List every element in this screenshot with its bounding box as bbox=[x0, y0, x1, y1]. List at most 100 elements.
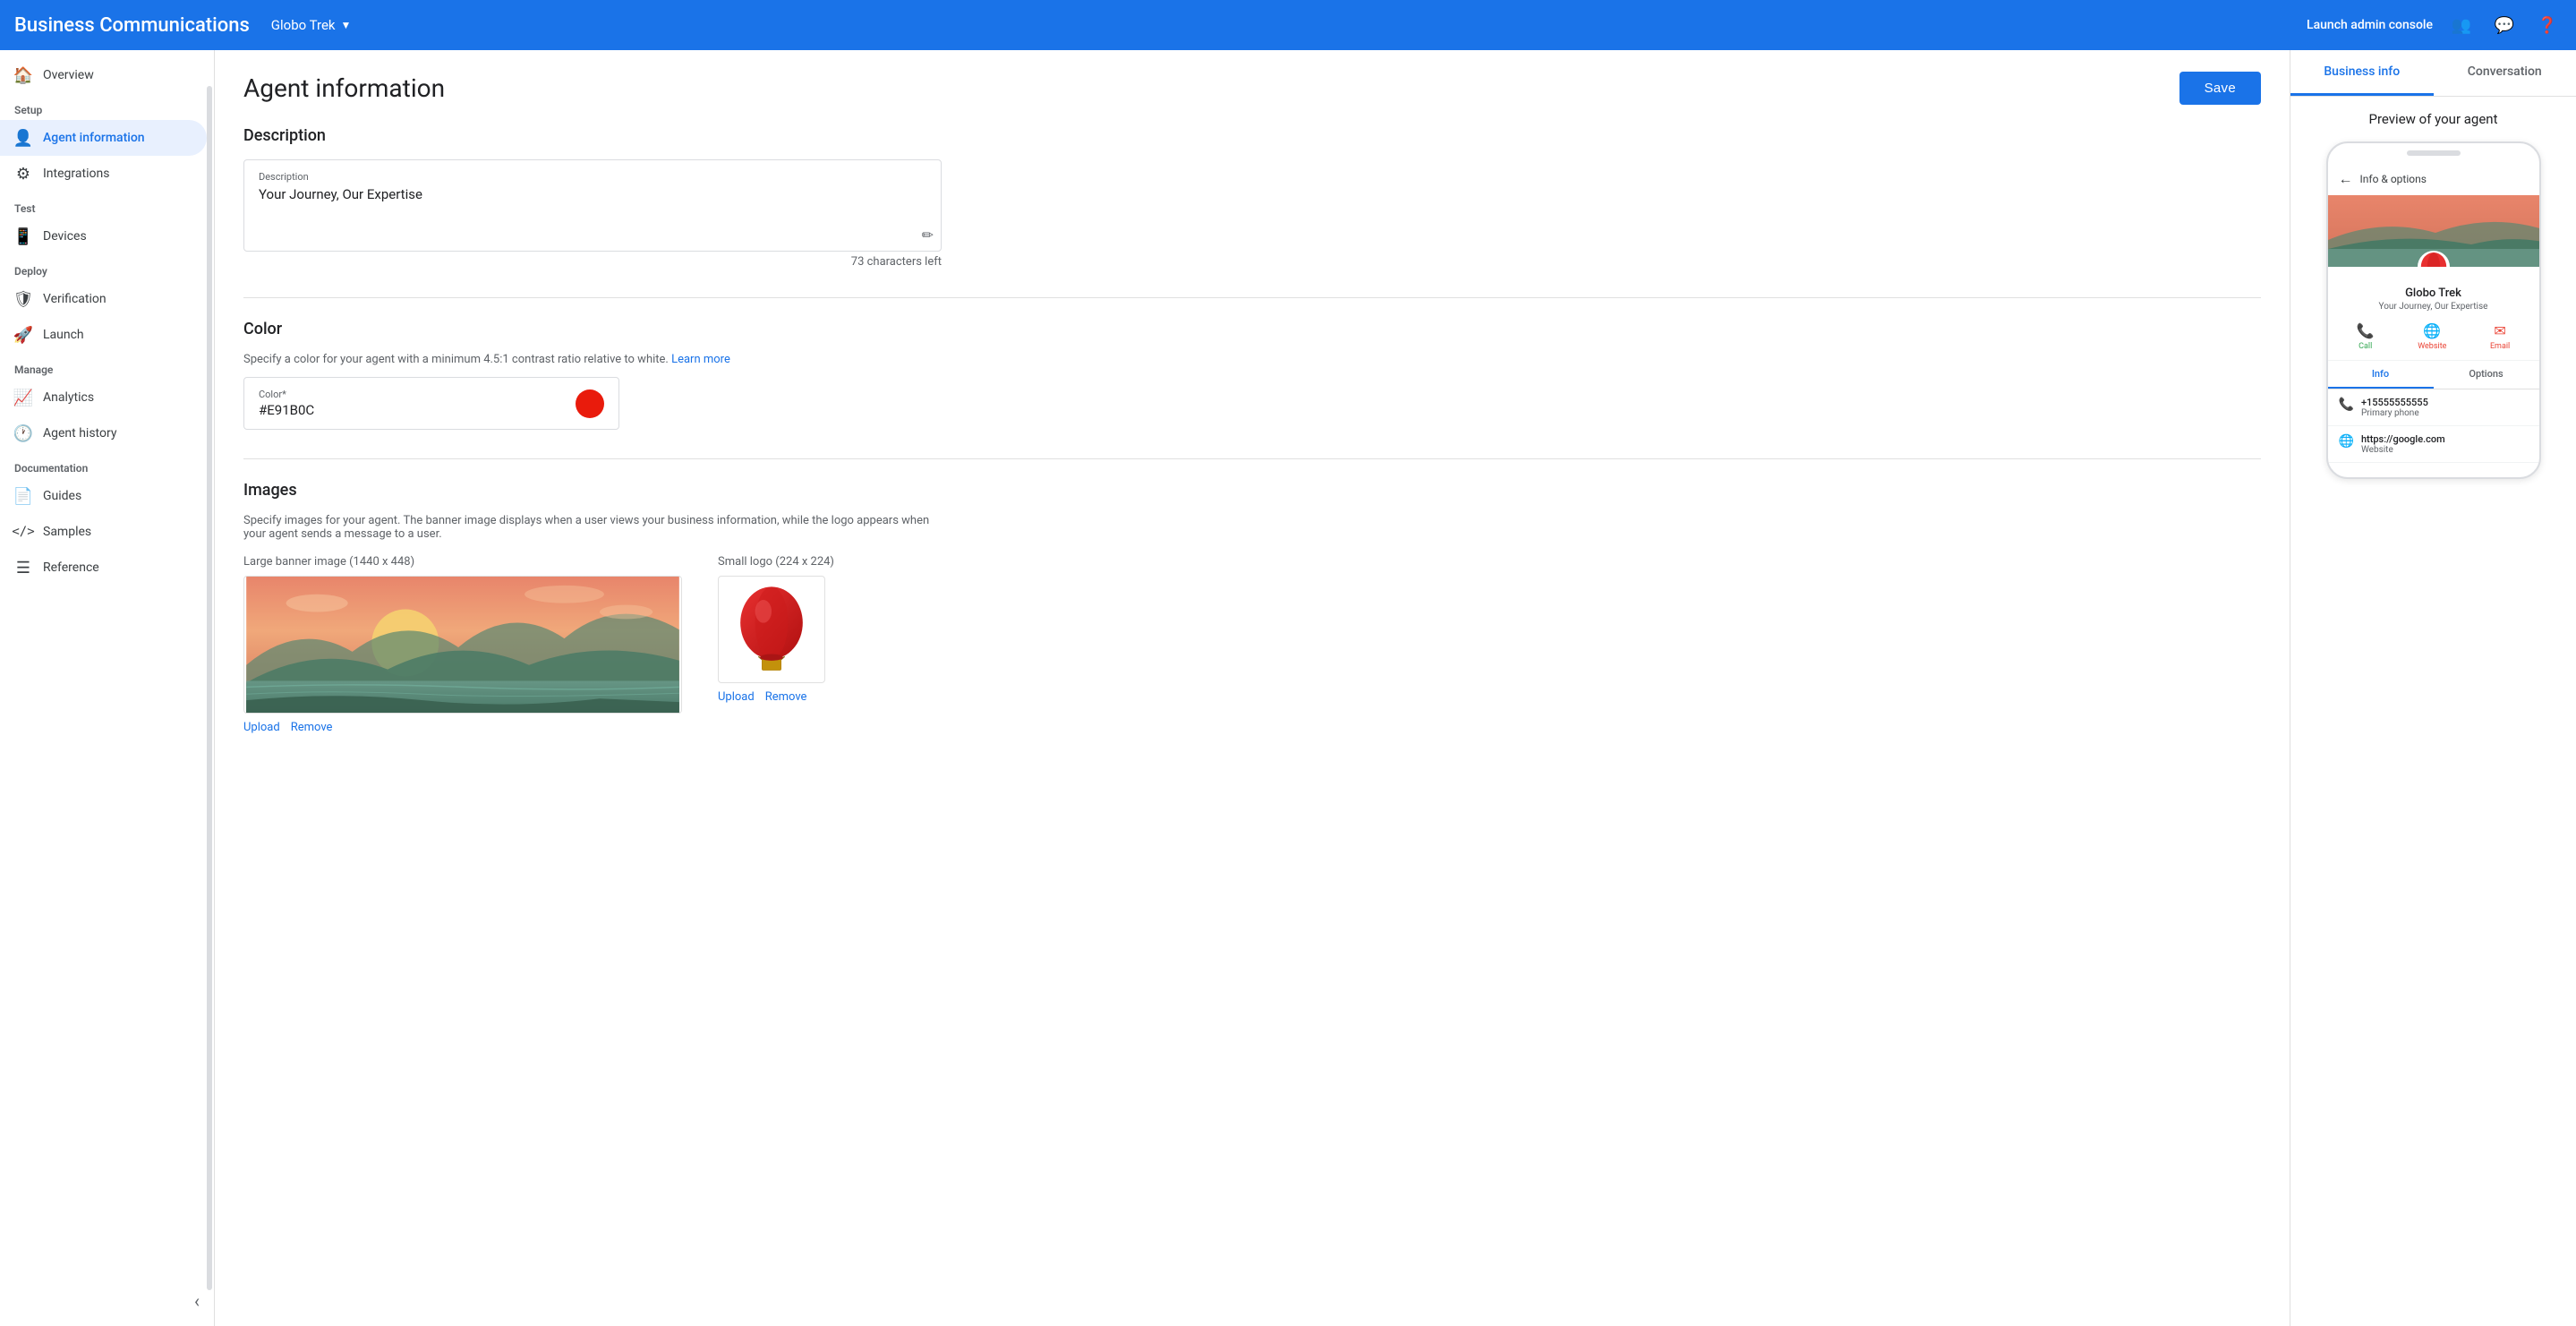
sidebar-item-overview[interactable]: 🏠 Overview bbox=[0, 57, 207, 93]
sidebar-item-samples[interactable]: </> Samples bbox=[0, 514, 207, 550]
images-section: Images Specify images for your agent. Th… bbox=[243, 481, 2261, 734]
description-section: Description Description Your Journey, Ou… bbox=[243, 126, 2261, 269]
banner-remove-link[interactable]: Remove bbox=[291, 721, 333, 734]
main-content: Agent information Save Description Descr… bbox=[215, 50, 2290, 1326]
logo-image-svg bbox=[722, 580, 821, 679]
sidebar: 🏠 Overview Setup 👤 Agent information ⚙ I… bbox=[0, 50, 215, 1326]
sidebar-section-test: Test bbox=[0, 192, 214, 218]
phone-info-phone-label: Primary phone bbox=[2361, 408, 2428, 418]
sidebar-section-setup: Setup bbox=[0, 93, 214, 120]
preview-label: Preview of your agent bbox=[2290, 97, 2576, 141]
images-grid: Large banner image (1440 x 448) bbox=[243, 555, 2261, 734]
edit-icon[interactable]: ✏ bbox=[922, 227, 934, 244]
color-field-value[interactable]: #E91B0C bbox=[259, 402, 561, 418]
description-field-label: Description bbox=[259, 171, 926, 183]
sidebar-item-label: Reference bbox=[43, 560, 99, 575]
email-icon: ✉ bbox=[2494, 322, 2505, 339]
tab-business-info[interactable]: Business info bbox=[2290, 50, 2434, 96]
phone-tab-options[interactable]: Options bbox=[2434, 361, 2539, 389]
chat-icon[interactable]: 💬 bbox=[2490, 11, 2519, 39]
phone-back-label: Info & options bbox=[2360, 173, 2427, 185]
back-icon[interactable]: ← bbox=[2339, 170, 2353, 188]
guides-icon: 📄 bbox=[14, 487, 32, 505]
help-icon[interactable]: ❓ bbox=[2533, 11, 2562, 39]
logo-image-block: Small logo (224 x 224) bbox=[718, 555, 834, 704]
sidebar-scrollbar[interactable] bbox=[207, 86, 212, 1290]
char-count: 73 characters left bbox=[243, 255, 942, 269]
sidebar-item-verification[interactable]: 🛡 Verification bbox=[0, 281, 207, 317]
phone-email-action[interactable]: ✉ Email bbox=[2490, 322, 2510, 351]
color-section: Color Specify a color for your agent wit… bbox=[243, 320, 2261, 430]
banner-image-container bbox=[243, 576, 682, 714]
app-title: Business Communications bbox=[14, 14, 250, 37]
sidebar-item-label: Devices bbox=[43, 229, 87, 244]
color-subtitle: Specify a color for your agent with a mi… bbox=[243, 353, 942, 366]
email-label: Email bbox=[2490, 342, 2510, 351]
history-icon: 🕐 bbox=[14, 424, 32, 442]
sidebar-item-label: Overview bbox=[43, 68, 94, 82]
tab-conversation[interactable]: Conversation bbox=[2434, 50, 2576, 96]
sidebar-item-guides[interactable]: 📄 Guides bbox=[0, 478, 207, 514]
save-button[interactable]: Save bbox=[2179, 72, 2261, 105]
device-icon: 📱 bbox=[14, 227, 32, 245]
phone-info-website-label: Website bbox=[2361, 445, 2445, 455]
top-navigation: Business Communications Globo Trek ▼ Lau… bbox=[0, 0, 2576, 50]
call-icon: 📞 bbox=[2357, 322, 2375, 339]
sidebar-section-manage: Manage bbox=[0, 353, 214, 380]
phone-website-action[interactable]: 🌐 Website bbox=[2418, 322, 2446, 351]
integrations-icon: ⚙ bbox=[14, 165, 32, 183]
phone-info-row-phone: 📞 +15555555555 Primary phone bbox=[2328, 389, 2539, 426]
phone-tab-info[interactable]: Info bbox=[2328, 361, 2434, 389]
sidebar-item-integrations[interactable]: ⚙ Integrations bbox=[0, 156, 207, 192]
brand-name: Globo Trek bbox=[271, 17, 336, 33]
images-subtitle: Specify images for your agent. The banne… bbox=[243, 514, 942, 541]
color-field[interactable]: Color* #E91B0C bbox=[243, 377, 619, 430]
brand-dropdown-icon: ▼ bbox=[341, 19, 352, 31]
sidebar-item-agent-information[interactable]: 👤 Agent information bbox=[0, 120, 207, 156]
banner-image-block: Large banner image (1440 x 448) bbox=[243, 555, 682, 734]
logo-upload-link[interactable]: Upload bbox=[718, 690, 755, 704]
sidebar-item-launch[interactable]: 🚀 Launch bbox=[0, 317, 207, 353]
reference-icon: ☰ bbox=[14, 559, 32, 577]
description-field-text[interactable]: Your Journey, Our Expertise bbox=[259, 186, 926, 240]
page-title: Agent information bbox=[243, 73, 445, 103]
sidebar-item-devices[interactable]: 📱 Devices bbox=[0, 218, 207, 254]
description-section-title: Description bbox=[243, 126, 2261, 145]
sidebar-collapse-icon[interactable]: ‹ bbox=[194, 1290, 200, 1312]
sidebar-item-label: Samples bbox=[43, 525, 91, 539]
people-icon[interactable]: 👥 bbox=[2447, 11, 2476, 39]
launch-console-link[interactable]: Launch admin console bbox=[2307, 18, 2433, 32]
phone-notch bbox=[2407, 150, 2461, 156]
banner-upload-link[interactable]: Upload bbox=[243, 721, 280, 734]
analytics-icon: 📈 bbox=[14, 389, 32, 406]
logo-remove-link[interactable]: Remove bbox=[765, 690, 807, 704]
divider-1 bbox=[243, 297, 2261, 298]
page-header: Agent information Save bbox=[243, 72, 2261, 105]
sidebar-item-analytics[interactable]: 📈 Analytics bbox=[0, 380, 207, 415]
banner-image-svg bbox=[244, 577, 681, 713]
shield-icon: 🛡 bbox=[14, 290, 32, 308]
brand-selector[interactable]: Globo Trek ▼ bbox=[271, 17, 352, 33]
phone-call-action[interactable]: 📞 Call bbox=[2357, 322, 2375, 351]
description-field[interactable]: Description Your Journey, Our Expertise … bbox=[243, 159, 942, 252]
logo-actions: Upload Remove bbox=[718, 690, 834, 704]
phone-banner bbox=[2328, 195, 2539, 267]
home-icon: 🏠 bbox=[14, 66, 32, 84]
banner-label: Large banner image (1440 x 448) bbox=[243, 555, 682, 569]
color-field-label: Color* bbox=[259, 389, 561, 400]
sidebar-item-label: Guides bbox=[43, 489, 81, 503]
phone-info-website-value: https://google.com bbox=[2361, 433, 2445, 445]
learn-more-link[interactable]: Learn more bbox=[671, 353, 730, 366]
phone-agent-desc: Your Journey, Our Expertise bbox=[2328, 300, 2539, 313]
panel-tabs: Business info Conversation bbox=[2290, 50, 2576, 97]
sidebar-item-reference[interactable]: ☰ Reference bbox=[0, 550, 207, 586]
color-swatch[interactable] bbox=[576, 389, 604, 418]
phone-info-row-website: 🌐 https://google.com Website bbox=[2328, 426, 2539, 463]
sidebar-item-agent-history[interactable]: 🕐 Agent history bbox=[0, 415, 207, 451]
sidebar-section-documentation: Documentation bbox=[0, 451, 214, 478]
banner-actions: Upload Remove bbox=[243, 721, 682, 734]
phone-bottom-bar bbox=[2328, 463, 2539, 477]
website-label: Website bbox=[2418, 342, 2446, 351]
call-label: Call bbox=[2358, 342, 2372, 351]
sidebar-item-label: Launch bbox=[43, 328, 84, 342]
